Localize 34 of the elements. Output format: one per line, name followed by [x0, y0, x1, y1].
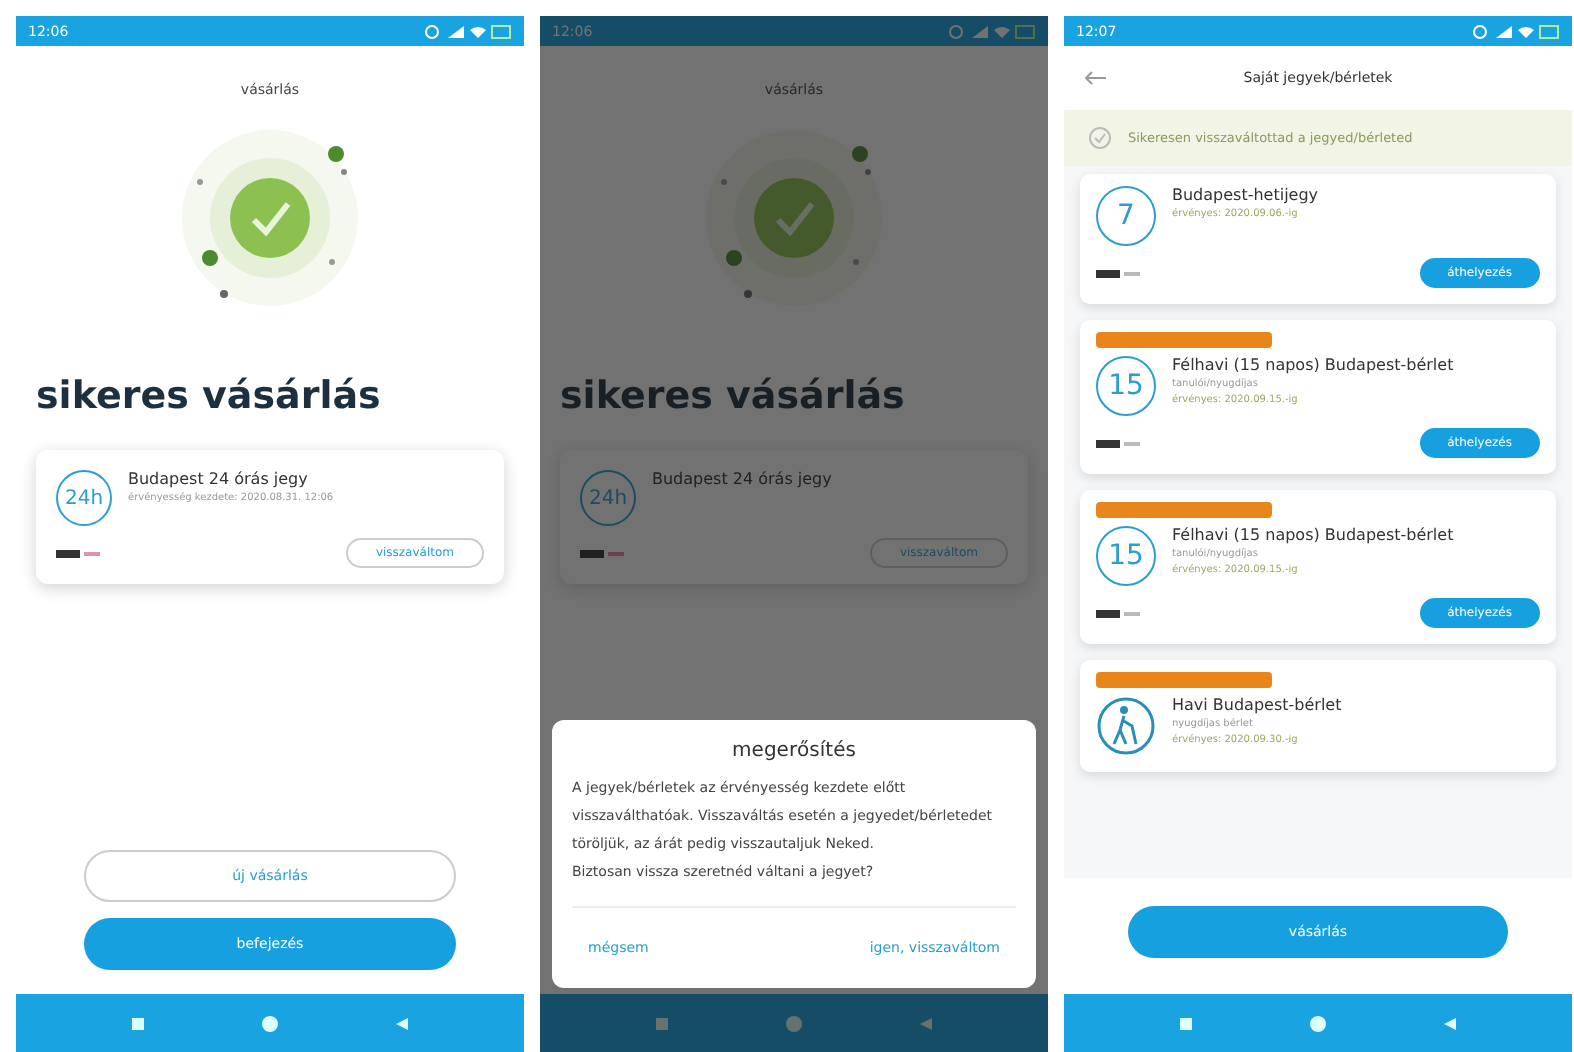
- home-icon[interactable]: [260, 1013, 280, 1033]
- logo-drawing: [1096, 607, 1140, 619]
- ticket-type-badge: 15: [1096, 356, 1156, 416]
- success-heading: sikeres vásárlás: [560, 374, 907, 418]
- ticket-name: Budapest-hetijegy: [1172, 186, 1319, 204]
- home-icon[interactable]: [784, 1013, 804, 1033]
- home-icon[interactable]: [1308, 1013, 1328, 1033]
- ticket-name: Budapest 24 órás jegy: [128, 470, 310, 488]
- logo-drawing: [580, 547, 624, 559]
- logo-drawing: [1096, 437, 1140, 449]
- ticket-type-badge: 7: [1096, 186, 1156, 246]
- status-icons: [948, 23, 1036, 39]
- back-icon[interactable]: [918, 1015, 934, 1031]
- dialog-title: megerősítés: [730, 740, 858, 762]
- ticket-name: Havi Budapest-bérlet: [1172, 696, 1342, 714]
- ticket-name: Félhavi (15 napos) Budapest-bérlet: [1172, 526, 1454, 544]
- ticket-type-badge: 24h: [580, 470, 636, 526]
- logo-drawing: [56, 547, 100, 559]
- ticket-type-badge: 24h: [56, 470, 112, 526]
- back-arrow-icon[interactable]: [1084, 70, 1108, 86]
- back-icon[interactable]: [1442, 1015, 1458, 1031]
- back-icon[interactable]: [394, 1015, 410, 1031]
- recent-apps-icon[interactable]: [1178, 1015, 1194, 1031]
- status-icons: [1472, 23, 1560, 39]
- logo-drawing: [1096, 267, 1140, 279]
- recent-apps-icon[interactable]: [654, 1015, 670, 1031]
- success-heading: sikeres vásárlás: [36, 374, 383, 418]
- ticket-name: Félhavi (15 napos) Budapest-bérlet: [1172, 356, 1454, 374]
- ticket-type-badge: 15: [1096, 526, 1156, 586]
- status-icons: [424, 23, 512, 39]
- walking-person-icon: [1096, 696, 1156, 756]
- ticket-name: Budapest 24 órás jegy: [652, 470, 832, 488]
- recent-apps-icon[interactable]: [130, 1015, 146, 1031]
- check-circle-icon: [1088, 126, 1112, 150]
